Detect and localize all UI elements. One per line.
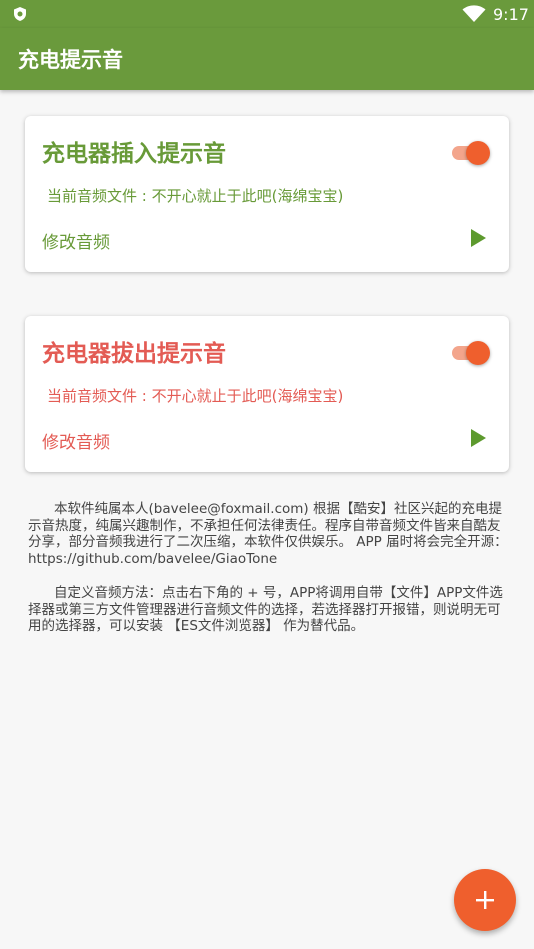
- plus-icon: [476, 891, 494, 909]
- unplug-sound-toggle[interactable]: [451, 340, 491, 366]
- plug-in-sound-card: 充电器插入提示音 当前音频文件 : 不开心就止于此吧(海绵宝宝) 修改音频: [25, 116, 509, 272]
- about-text: 本软件纯属本人(bavelee@foxmail.com) 根据【酷安】社区兴起的…: [28, 501, 508, 568]
- app-title: 充电提示音: [18, 48, 123, 72]
- card-title: 充电器拔出提示音: [42, 341, 226, 367]
- play-icon[interactable]: [467, 427, 489, 449]
- toggle-thumb: [466, 141, 490, 165]
- status-time: 9:17: [493, 5, 529, 24]
- toggle-thumb: [466, 341, 490, 365]
- current-file-label: 当前音频文件 : 不开心就止于此吧(海绵宝宝): [47, 387, 344, 405]
- status-bar: 9:17: [0, 0, 534, 28]
- shield-icon: [14, 7, 26, 21]
- edit-audio-button[interactable]: 修改音频: [42, 428, 110, 453]
- custom-audio-help-text: 自定义音频方法：点击右下角的 + 号，APP将调用自带【文件】APP文件选择器或…: [28, 585, 503, 635]
- play-icon[interactable]: [467, 227, 489, 249]
- plug-in-sound-toggle[interactable]: [451, 140, 491, 166]
- wifi-icon: [462, 5, 486, 22]
- edit-audio-button[interactable]: 修改音频: [42, 228, 110, 253]
- current-file-label: 当前音频文件 : 不开心就止于此吧(海绵宝宝): [47, 187, 344, 205]
- app-bar: 充电提示音: [0, 28, 534, 90]
- card-title: 充电器插入提示音: [42, 141, 226, 167]
- unplug-sound-card: 充电器拔出提示音 当前音频文件 : 不开心就止于此吧(海绵宝宝) 修改音频: [25, 316, 509, 472]
- add-audio-button[interactable]: [454, 869, 516, 931]
